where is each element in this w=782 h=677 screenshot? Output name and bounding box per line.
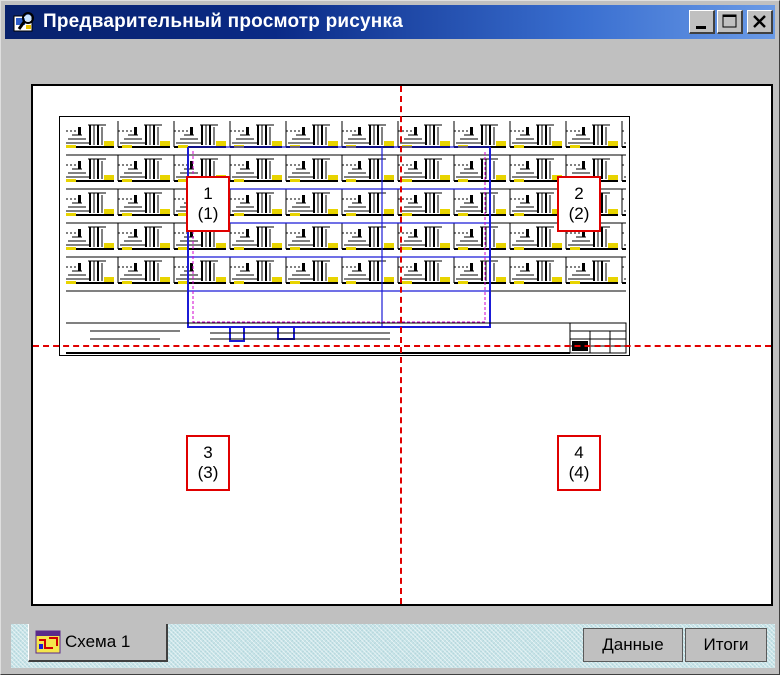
tab-label: Схема 1 bbox=[65, 632, 131, 651]
preview-window: Предварительный просмотр рисунка 1 (1) 2… bbox=[0, 0, 780, 675]
tab-label: Итоги bbox=[703, 635, 749, 654]
tab-label: Данные bbox=[602, 635, 664, 654]
caption-buttons bbox=[689, 10, 773, 34]
minimize-button[interactable] bbox=[689, 10, 715, 34]
print-preview-page[interactable]: 1 (1) 2 (2) 3 (3) 4 (4) bbox=[31, 84, 773, 606]
window-title: Предварительный просмотр рисунка bbox=[43, 11, 403, 32]
page-sub-number: (3) bbox=[197, 463, 219, 482]
page-sub-number: (4) bbox=[568, 463, 590, 482]
page-number: 1 bbox=[203, 184, 213, 203]
page-number: 3 bbox=[203, 443, 213, 462]
page-label-2: 2 (2) bbox=[557, 176, 601, 232]
schematic-image bbox=[66, 121, 627, 354]
tab-totals[interactable]: Итоги bbox=[685, 628, 767, 662]
tab-sheet-scheme-1[interactable]: Схема 1 bbox=[28, 624, 168, 662]
schematic-drawing bbox=[59, 116, 630, 356]
sheet-tab-bar: Схема 1 Данные Итоги bbox=[11, 624, 775, 668]
page-split-horizontal bbox=[33, 345, 771, 347]
title-bar[interactable]: Предварительный просмотр рисунка bbox=[5, 5, 775, 39]
page-sub-number: (2) bbox=[568, 204, 590, 223]
minimize-icon bbox=[696, 26, 706, 29]
schematic-sheet-icon bbox=[35, 630, 61, 654]
preview-client-area: 1 (1) 2 (2) 3 (3) 4 (4) bbox=[11, 61, 775, 624]
maximize-button[interactable] bbox=[717, 10, 743, 34]
tab-data[interactable]: Данные bbox=[583, 628, 683, 662]
page-number: 4 bbox=[574, 443, 584, 462]
page-number: 2 bbox=[574, 184, 584, 203]
close-button[interactable] bbox=[747, 10, 773, 34]
maximize-icon bbox=[722, 14, 737, 28]
page-label-1: 1 (1) bbox=[186, 176, 230, 232]
preview-app-icon bbox=[13, 12, 34, 32]
page-sub-number: (1) bbox=[197, 204, 219, 223]
close-icon bbox=[753, 15, 766, 28]
page-label-3: 3 (3) bbox=[186, 435, 230, 491]
page-label-4: 4 (4) bbox=[557, 435, 601, 491]
